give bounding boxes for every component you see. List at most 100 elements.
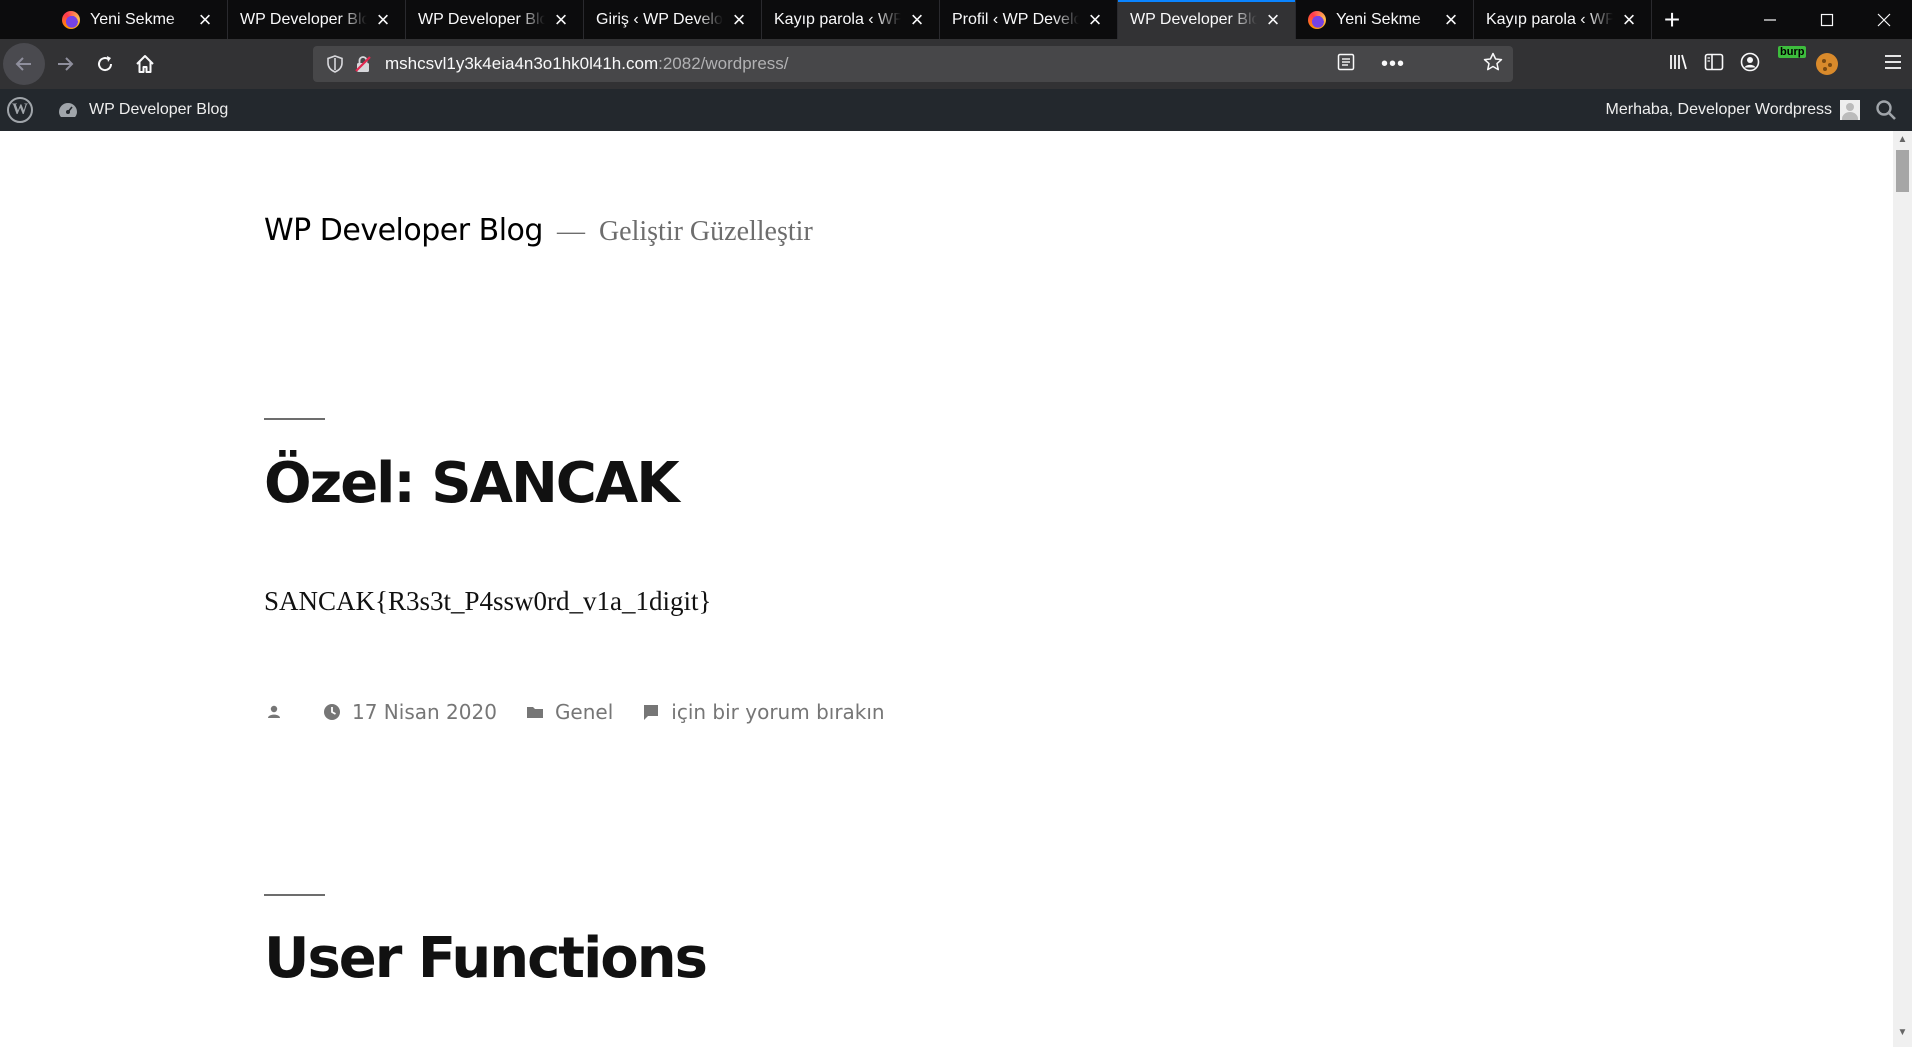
site-description-text: Geliştir Güzelleştir [598, 216, 813, 247]
site-description-dash: — [556, 216, 585, 247]
close-icon[interactable]: × [195, 8, 215, 30]
admin-bar-site-link[interactable]: WP Developer Blog [57, 99, 228, 121]
library-icon[interactable] [1668, 52, 1688, 77]
extension-badge-label: burp [1778, 46, 1807, 58]
person-icon [268, 705, 280, 718]
admin-bar-right: Merhaba, Developer Wordpress [1606, 98, 1912, 122]
post-comment-text: için bir yorum bırakın [671, 700, 885, 724]
site-header: WP Developer Blog — Geliştir Güzelleştir [264, 213, 813, 248]
folder-icon [526, 707, 543, 718]
tab-title: Yeni Sekme [90, 10, 175, 28]
browser-window: Yeni Sekme × WP Developer Blog × WP Deve… [0, 0, 1912, 1047]
tab-title: WP Developer Blog [1130, 10, 1257, 28]
post-title[interactable]: User Functions [264, 926, 708, 991]
home-button[interactable] [125, 44, 165, 84]
page-actions-icon[interactable]: ••• [1381, 53, 1405, 76]
arrow-right-icon [58, 57, 74, 71]
url-bar[interactable]: mshcsvl1y3k4eia4n3o1hk0l41h.com:2082/wor… [313, 46, 1513, 82]
avatar[interactable] [1840, 100, 1860, 120]
window-controls [1741, 0, 1912, 39]
firefox-icon [1308, 10, 1326, 29]
url-host: mshcsvl1y3k4eia4n3o1hk0l41h.com [385, 54, 659, 73]
post-category[interactable]: Genel [525, 700, 613, 724]
url-bar-actions: ••• [1337, 46, 1503, 82]
reload-button[interactable] [85, 44, 125, 84]
close-window-button[interactable] [1855, 0, 1912, 39]
close-icon[interactable]: × [907, 8, 927, 30]
toolbar-right: burp [1668, 39, 1912, 89]
tab[interactable]: Yeni Sekme × [1296, 0, 1474, 39]
navigation-toolbar: mshcsvl1y3k4eia4n3o1hk0l41h.com:2082/wor… [0, 39, 1912, 89]
wordpress-logo-icon[interactable]: W [7, 97, 33, 123]
tab-title: Kayıp parola ‹ WP Developer [1486, 10, 1613, 28]
tab-title: WP Developer Blog [240, 10, 367, 28]
tab-title: Giriş ‹ WP Developer [596, 10, 723, 28]
new-tab-button[interactable]: + [1652, 0, 1692, 39]
tab-strip: Yeni Sekme × WP Developer Blog × WP Deve… [0, 0, 1912, 39]
post-meta: 17 Nisan 2020 Genel için bir yorum bırak… [264, 700, 913, 724]
forward-button[interactable] [45, 44, 85, 84]
burp-extension-icon[interactable]: burp [1776, 46, 1807, 76]
reader-view-icon[interactable] [1337, 53, 1355, 76]
sidebar-icon[interactable] [1704, 53, 1724, 76]
tab-title: Profil ‹ WP Developer [952, 10, 1079, 28]
tab-active[interactable]: WP Developer Blog × [1118, 0, 1296, 39]
bookmark-star-icon[interactable] [1483, 52, 1503, 77]
post-content: SANCAK{R3s3t_P4ssw0rd_v1a_1digit} [264, 586, 712, 616]
site-description: — Geliştir Güzelleştir [557, 216, 813, 248]
cookie-extension-icon[interactable] [1816, 53, 1838, 75]
admin-bar-howdy[interactable]: Merhaba, Developer Wordpress [1606, 101, 1832, 119]
close-icon[interactable]: × [373, 8, 393, 30]
post-comment-link[interactable]: için bir yorum bırakın [641, 700, 885, 724]
reload-icon [98, 56, 113, 72]
scrollbar-thumb[interactable] [1896, 150, 1909, 192]
admin-bar-site-name: WP Developer Blog [89, 101, 229, 118]
post-title[interactable]: Özel: SANCAK [264, 451, 680, 516]
close-icon[interactable]: × [1619, 8, 1639, 30]
scroll-down-icon[interactable]: ▼ [1893, 1024, 1912, 1041]
post-author[interactable] [264, 702, 294, 722]
close-window-icon [1877, 13, 1890, 26]
account-icon[interactable] [1740, 52, 1760, 77]
back-button[interactable] [3, 43, 45, 85]
site-title[interactable]: WP Developer Blog [264, 213, 543, 248]
maximize-icon [1820, 13, 1833, 26]
minimize-icon [1763, 18, 1776, 21]
close-icon[interactable]: × [1441, 8, 1461, 30]
close-icon[interactable]: × [1085, 8, 1105, 30]
close-icon[interactable]: × [729, 8, 749, 30]
tab-title: Kayıp parola ‹ WP Developer [774, 10, 901, 28]
page-scrollbar[interactable]: ▲ ▼ [1893, 131, 1912, 1047]
tracking-protection-icon[interactable] [321, 50, 349, 78]
clock-icon [324, 704, 340, 720]
arrow-left-icon [15, 57, 31, 71]
maximize-button[interactable] [1798, 0, 1855, 39]
post-date[interactable]: 17 Nisan 2020 [322, 700, 497, 724]
page-content: WP Developer Blog — Geliştir Güzelleştir … [0, 131, 1893, 1047]
tab[interactable]: WP Developer Blog × [406, 0, 584, 39]
post-separator [264, 418, 325, 420]
insecure-lock-icon[interactable] [349, 50, 377, 78]
close-icon[interactable]: × [1263, 8, 1283, 30]
scroll-up-icon[interactable]: ▲ [1893, 131, 1912, 148]
post-category-text: Genel [554, 700, 614, 724]
url-text[interactable]: mshcsvl1y3k4eia4n3o1hk0l41h.com:2082/wor… [385, 54, 789, 74]
post-separator [264, 894, 325, 896]
close-icon[interactable]: × [551, 8, 571, 30]
wp-admin-bar: W WP Developer Blog Merhaba, Developer W… [0, 89, 1912, 131]
post-date-text: 17 Nisan 2020 [352, 700, 497, 724]
firefox-icon [62, 10, 80, 29]
tab-title: WP Developer Blog [418, 10, 545, 28]
tab[interactable]: Profil ‹ WP Developer × [940, 0, 1118, 39]
minimize-button[interactable] [1741, 0, 1798, 39]
tab[interactable]: Kayıp parola ‹ WP Developer × [762, 0, 940, 39]
tab[interactable]: WP Developer Blog × [228, 0, 406, 39]
comment-icon [644, 705, 659, 720]
tab[interactable]: Yeni Sekme × [50, 0, 228, 39]
search-icon[interactable] [1874, 98, 1898, 122]
home-icon [136, 55, 154, 73]
tab[interactable]: Giriş ‹ WP Developer × [584, 0, 762, 39]
url-path: :2082/wordpress/ [658, 54, 789, 73]
hamburger-menu-icon[interactable] [1884, 54, 1902, 75]
tab[interactable]: Kayıp parola ‹ WP Developer × [1474, 0, 1652, 39]
